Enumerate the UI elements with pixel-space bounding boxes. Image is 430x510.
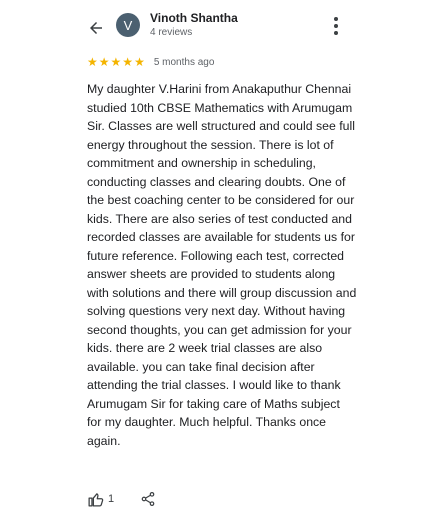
star-icon: ★ — [98, 55, 110, 69]
more-options-button[interactable] — [326, 14, 346, 38]
review-header: V Vinoth Shantha 4 reviews — [0, 0, 430, 52]
thumb-up-icon — [88, 492, 104, 507]
star-icon: ★ — [122, 55, 134, 69]
star-icon: ★ — [134, 55, 145, 69]
rating-row: ★ ★ ★ ★ ★ 5 months ago — [87, 55, 214, 69]
like-button[interactable]: 1 — [87, 491, 114, 508]
star-rating: ★ ★ ★ ★ ★ — [87, 55, 145, 69]
review-actions: 1 — [87, 490, 156, 508]
review-text: My daughter V.Harini from Anakaputhur Ch… — [87, 82, 357, 448]
share-button[interactable] — [140, 491, 156, 507]
reviewer-review-count: 4 reviews — [150, 27, 193, 38]
like-count: 1 — [108, 493, 115, 505]
star-icon: ★ — [110, 55, 122, 69]
share-icon — [141, 492, 155, 506]
more-vert-icon — [334, 17, 338, 21]
arrow-left-icon — [90, 22, 102, 34]
star-icon: ★ — [87, 55, 98, 69]
reviewer-name[interactable]: Vinoth Shantha — [150, 11, 238, 25]
back-button[interactable] — [84, 16, 108, 40]
review-time: 5 months ago — [153, 56, 215, 68]
avatar-letter: V — [123, 17, 133, 33]
avatar[interactable]: V — [116, 13, 140, 37]
